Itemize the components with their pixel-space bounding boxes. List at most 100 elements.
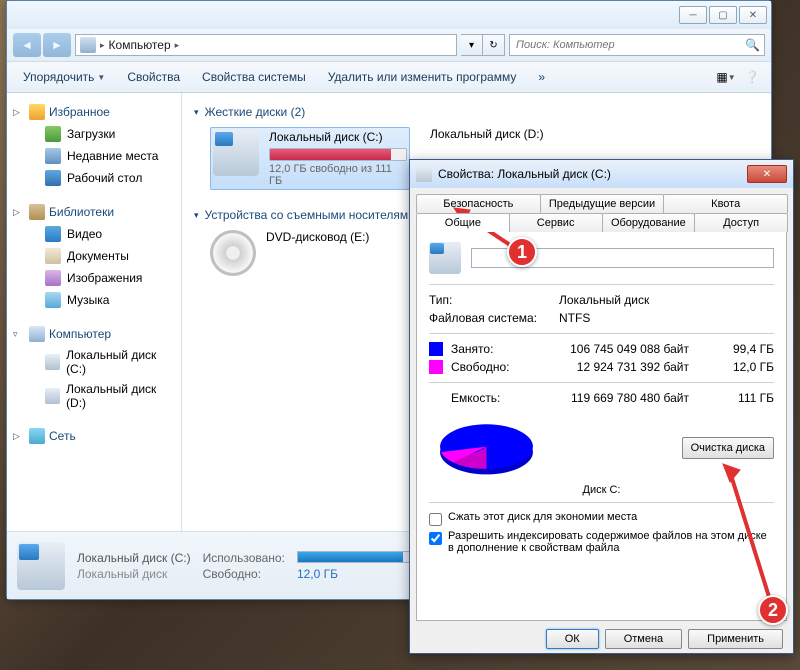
sidebar-video[interactable]: Видео <box>7 223 181 245</box>
free-label: Свободно: <box>451 360 559 374</box>
sidebar: ▷Избранное Загрузки Недавние места Рабоч… <box>7 93 182 531</box>
disk-icon <box>45 354 60 370</box>
drive-c-name: Локальный диск (C:) <box>269 130 407 144</box>
ok-button[interactable]: ОК <box>546 629 599 649</box>
dvd-drive[interactable]: DVD-дисковод (E:) <box>210 230 410 276</box>
maximize-button[interactable]: ▢ <box>709 6 737 24</box>
cancel-button[interactable]: Отмена <box>605 629 682 649</box>
drive-c-capacity-bar <box>269 148 407 161</box>
used-color-swatch <box>429 342 443 356</box>
network-icon <box>29 428 45 444</box>
type-label: Тип: <box>429 293 559 307</box>
tab-tools[interactable]: Сервис <box>509 213 603 232</box>
sidebar-computer[interactable]: ▿Компьютер <box>7 323 181 345</box>
apply-button[interactable]: Применить <box>688 629 783 649</box>
nav-bar: ◄ ► ▸ Компьютер ▸ ▾ ↻ 🔍 <box>7 29 771 61</box>
back-button[interactable]: ◄ <box>13 33 41 57</box>
free-gb: 12,0 ГБ <box>689 360 774 374</box>
status-title: Локальный диск (C:) <box>77 551 191 565</box>
category-hdd[interactable]: Жесткие диски (2) <box>194 105 759 119</box>
organize-menu[interactable]: Упорядочить▼ <box>15 66 113 88</box>
type-value: Локальный диск <box>559 293 649 307</box>
index-checkbox[interactable] <box>429 532 442 545</box>
help-button[interactable]: ❔ <box>741 66 763 88</box>
drive-icon <box>213 130 259 176</box>
sidebar-recent[interactable]: Недавние места <box>7 145 181 167</box>
free-color-swatch <box>429 360 443 374</box>
fs-label: Файловая система: <box>429 311 559 325</box>
disk-cleanup-button[interactable]: Очистка диска <box>682 437 774 459</box>
overflow-menu[interactable]: » <box>530 66 553 88</box>
dialog-titlebar[interactable]: Свойства: Локальный диск (C:) ✕ <box>410 160 793 188</box>
desktop-icon <box>45 170 61 186</box>
forward-button[interactable]: ► <box>43 33 71 57</box>
breadcrumb[interactable]: ▸ Компьютер ▸ <box>75 34 457 56</box>
uninstall-button[interactable]: Удалить или изменить программу <box>320 66 525 88</box>
free-bytes: 12 924 731 392 байт <box>559 360 689 374</box>
computer-icon <box>80 37 96 53</box>
computer-icon <box>29 326 45 342</box>
sidebar-favorites[interactable]: ▷Избранное <box>7 101 181 123</box>
drive-c-free: 12,0 ГБ свободно из 111 ГБ <box>269 163 407 187</box>
dialog-title: Свойства: Локальный диск (C:) <box>438 167 611 181</box>
sidebar-downloads[interactable]: Загрузки <box>7 123 181 145</box>
tab-hardware[interactable]: Оборудование <box>602 213 696 232</box>
explorer-titlebar: ─ ▢ ✕ <box>7 1 771 29</box>
search-icon: 🔍 <box>745 38 760 52</box>
sidebar-disk-c[interactable]: Локальный диск (C:) <box>7 345 181 379</box>
breadcrumb-text: Компьютер <box>109 38 171 52</box>
tab-quota[interactable]: Квота <box>663 194 788 213</box>
tab-sharing[interactable]: Доступ <box>694 213 788 232</box>
compress-checkbox[interactable] <box>429 513 442 526</box>
sidebar-images[interactable]: Изображения <box>7 267 181 289</box>
close-button[interactable]: ✕ <box>739 6 767 24</box>
dialog-icon <box>416 166 432 182</box>
status-used-label: Использовано: <box>203 551 285 565</box>
window-controls: ─ ▢ ✕ <box>679 6 767 24</box>
drive-c[interactable]: Локальный диск (C:) 12,0 ГБ свободно из … <box>210 127 410 190</box>
history-dropdown[interactable]: ▾ <box>461 34 483 56</box>
star-icon <box>29 104 45 120</box>
disk-icon <box>45 388 60 404</box>
drive-d-name: Локальный диск (D:) <box>430 127 630 141</box>
used-label: Занято: <box>451 342 559 356</box>
sidebar-network[interactable]: ▷Сеть <box>7 425 181 447</box>
system-properties-button[interactable]: Свойства системы <box>194 66 314 88</box>
dialog-close-button[interactable]: ✕ <box>747 165 787 183</box>
refresh-button[interactable]: ↻ <box>483 34 505 56</box>
status-subtitle: Локальный диск <box>77 567 191 581</box>
tab-previous-versions[interactable]: Предыдущие версии <box>540 194 665 213</box>
video-icon <box>45 226 61 242</box>
used-bytes: 106 745 049 088 байт <box>559 342 689 356</box>
download-icon <box>45 126 61 142</box>
status-drive-icon <box>17 542 65 590</box>
sidebar-documents[interactable]: Документы <box>7 245 181 267</box>
view-menu[interactable]: ▦▼ <box>715 66 737 88</box>
sidebar-libraries[interactable]: ▷Библиотеки <box>7 201 181 223</box>
pie-chart <box>429 415 544 480</box>
sidebar-music[interactable]: Музыка <box>7 289 181 311</box>
capacity-label: Емкость: <box>451 391 559 405</box>
dvd-name: DVD-дисковод (E:) <box>266 230 410 244</box>
fs-value: NTFS <box>559 311 590 325</box>
used-gb: 99,4 ГБ <box>689 342 774 356</box>
sidebar-disk-d[interactable]: Локальный диск (D:) <box>7 379 181 413</box>
capacity-bytes: 119 669 780 480 байт <box>559 391 689 405</box>
status-free-label: Свободно: <box>203 567 285 581</box>
status-free-value: 12,0 ГБ <box>297 567 417 581</box>
tab-general[interactable]: Общие <box>416 213 510 232</box>
sidebar-desktop[interactable]: Рабочий стол <box>7 167 181 189</box>
callout-1: 1 <box>507 237 537 267</box>
library-icon <box>29 204 45 220</box>
search-input[interactable] <box>516 39 744 51</box>
image-icon <box>45 270 61 286</box>
properties-button[interactable]: Свойства <box>119 66 188 88</box>
minimize-button[interactable]: ─ <box>679 6 707 24</box>
recent-icon <box>45 148 61 164</box>
search-box[interactable]: 🔍 <box>509 34 765 56</box>
callout-arrow-2 <box>720 460 785 610</box>
dvd-icon <box>210 230 256 276</box>
capacity-gb: 111 ГБ <box>689 391 774 405</box>
toolbar: Упорядочить▼ Свойства Свойства системы У… <box>7 61 771 93</box>
callout-2: 2 <box>758 595 788 625</box>
